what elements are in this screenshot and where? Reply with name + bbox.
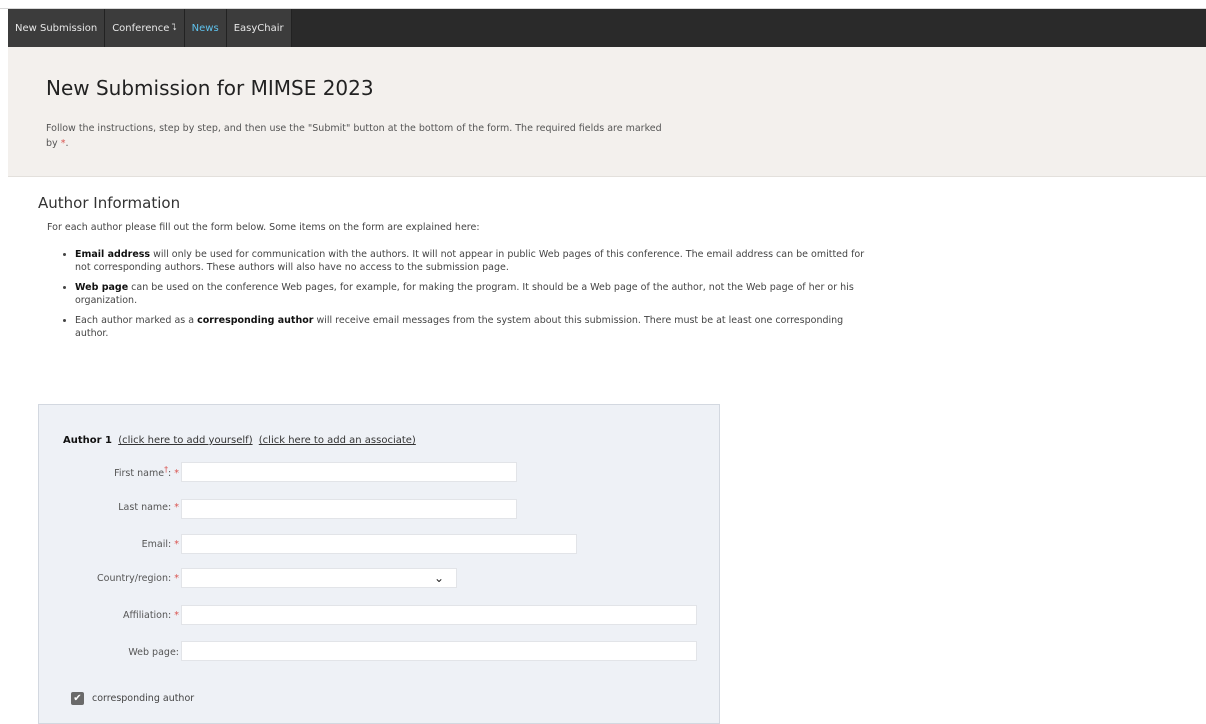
last-name-label-text: Last name: (118, 502, 172, 513)
affiliation-field[interactable] (181, 605, 697, 625)
list-item: Web page can be used on the conference W… (75, 281, 879, 307)
bullet-term: corresponding author (197, 315, 314, 326)
chevron-down-icon: ⌄ (433, 571, 444, 585)
instructions-by: by (46, 138, 58, 149)
explanation-list: Email address will only be used for comm… (47, 248, 879, 347)
required-mark: * (174, 573, 179, 584)
web-page-field[interactable] (181, 641, 697, 661)
menu-new-submission-label: New Submission (15, 22, 98, 34)
bullet-text: will only be used for communication with… (75, 249, 865, 273)
required-mark: * (174, 468, 179, 480)
menu-conference-label: Conference (112, 22, 170, 34)
required-mark: * (174, 502, 179, 513)
first-name-label: First name†: * (39, 465, 179, 479)
menu-bar-filler (291, 9, 1206, 47)
menu-new-submission[interactable]: New Submission (8, 9, 106, 47)
list-item: Email address will only be used for comm… (75, 248, 879, 274)
corresponding-author-checkbox[interactable]: ✔ (71, 692, 84, 705)
first-name-label-text: First name (114, 468, 165, 480)
intro-text: For each author please fill out the form… (47, 222, 480, 233)
required-mark: * (174, 610, 179, 621)
affiliation-label-text: Affiliation: (123, 610, 172, 621)
corresponding-author-label: corresponding author (92, 693, 195, 704)
menu-easychair-label: EasyChair (233, 22, 284, 34)
email-label: Email: * (39, 539, 179, 550)
menu-conference[interactable]: Conference ⮧ (105, 9, 185, 47)
first-name-colon: : (168, 468, 172, 480)
first-name-field[interactable] (181, 462, 517, 482)
bullet-term: Web page (75, 282, 129, 293)
required-mark: * (174, 539, 179, 550)
instructions: Follow the instructions, step by step, a… (46, 121, 846, 151)
header-panel: New Submission for MIMSE 2023 Follow the… (8, 47, 1206, 177)
country-select[interactable]: ⌄ (181, 568, 457, 588)
country-label: Country/region: * (39, 573, 179, 584)
author-heading: Author 1 (click here to add yourself) (c… (63, 435, 416, 446)
email-field[interactable] (181, 534, 577, 554)
list-item: Each author marked as a corresponding au… (75, 314, 879, 340)
instructions-end: . (65, 138, 69, 149)
country-label-text: Country/region: (97, 573, 172, 584)
top-border (0, 0, 1206, 9)
email-label-text: Email: (141, 539, 172, 550)
last-name-field[interactable] (181, 499, 517, 519)
bullet-text: can be used on the conference Web pages,… (75, 282, 854, 306)
page-title: New Submission for MIMSE 2023 (46, 76, 374, 100)
author-number: Author 1 (63, 435, 112, 446)
top-menu-bar: New Submission Conference ⮧ News EasyChai… (8, 9, 1206, 47)
author-form-box: Author 1 (click here to add yourself) (c… (38, 404, 720, 724)
checkmark-icon: ✔ (73, 693, 82, 704)
corresponding-author-row: ✔ corresponding author (71, 692, 194, 705)
menu-news[interactable]: News (184, 9, 227, 47)
submenu-icon: ⮧ (171, 23, 177, 33)
instructions-text: Follow the instructions, step by step, a… (46, 123, 662, 134)
section-title: Author Information (38, 194, 181, 212)
menu-easychair[interactable]: EasyChair (226, 9, 292, 47)
add-associate-link[interactable]: (click here to add an associate) (259, 435, 416, 446)
add-yourself-link[interactable]: (click here to add yourself) (118, 435, 252, 446)
menu-news-label: News (191, 22, 219, 34)
bullet-term: Email address (75, 249, 151, 260)
web-page-label: Web page: (39, 647, 179, 658)
web-page-label-text: Web page: (128, 647, 179, 658)
affiliation-label: Affiliation: * (39, 610, 179, 621)
bullet-pre: Each author marked as a (75, 315, 198, 326)
last-name-label: Last name: * (39, 502, 179, 513)
